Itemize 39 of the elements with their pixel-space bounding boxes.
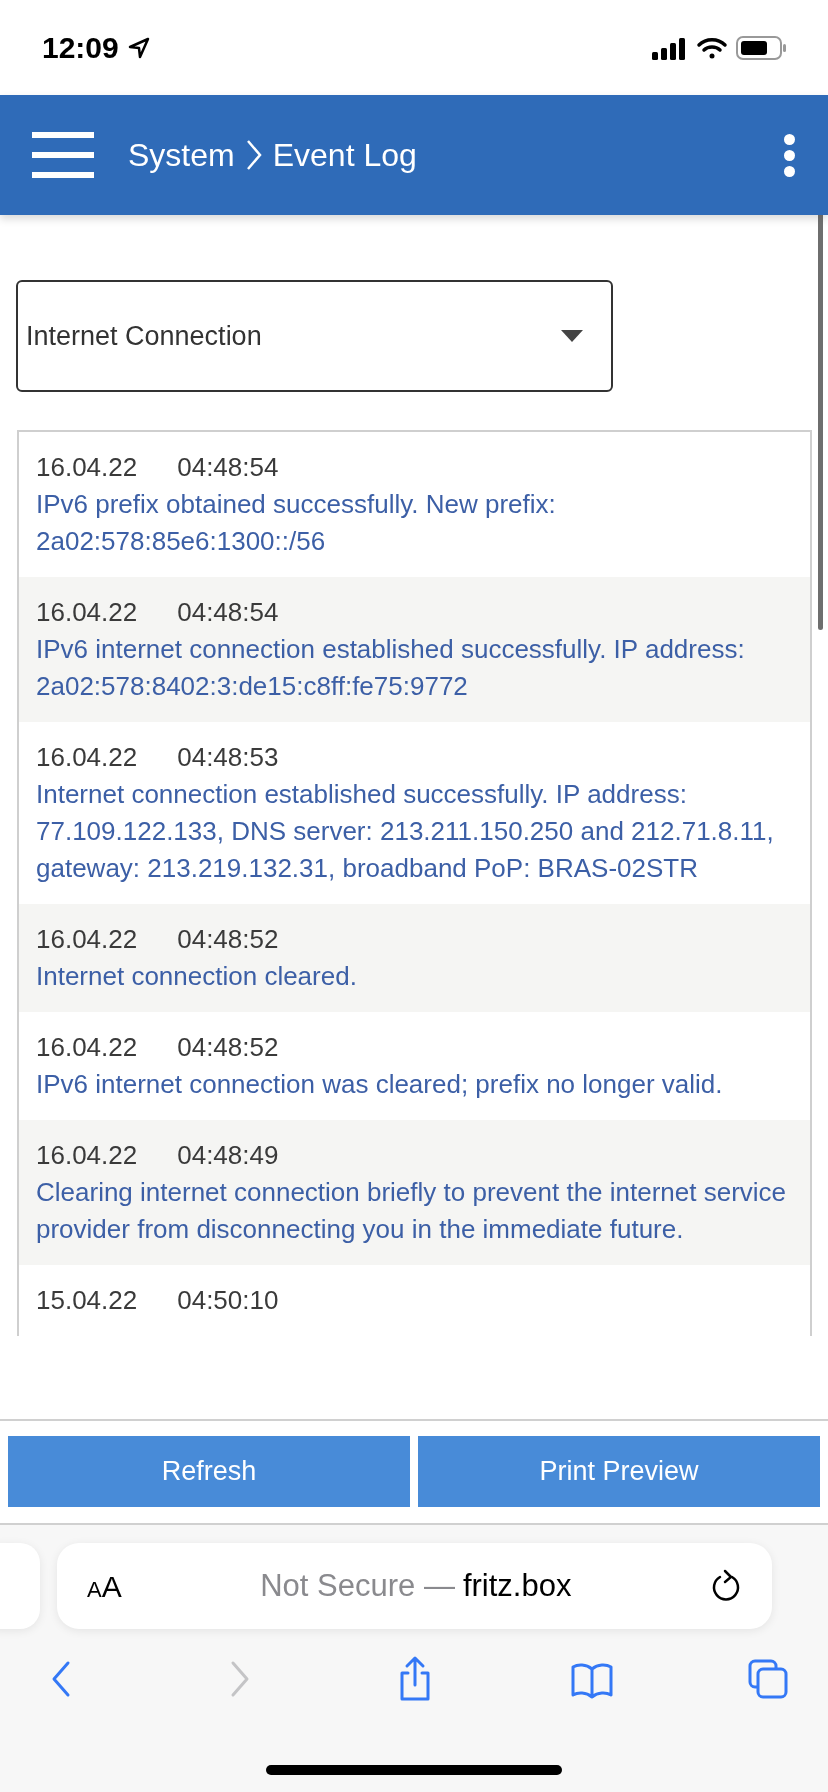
entry-time: 04:48:54 — [177, 451, 279, 484]
entry-time: 04:48:52 — [177, 923, 279, 956]
security-label: Not Secure — — [260, 1566, 455, 1605]
breadcrumb-item: Event Log — [272, 136, 417, 175]
entry-message: Clearing internet connection briefly to prevent the internet service provider from disconnecting you in the immediate future. — [36, 1176, 788, 1246]
filter-dropdown[interactable]: Internet Connection — [16, 280, 613, 392]
clock-time: 12:09 — [42, 30, 119, 66]
entry-date: 15.04.22 — [36, 1284, 138, 1317]
entry-date: 16.04.22 — [36, 451, 138, 484]
entry-date: 16.04.22 — [36, 741, 138, 774]
breadcrumb-item[interactable]: System — [128, 131, 235, 179]
menu-icon[interactable] — [32, 131, 94, 179]
reload-icon[interactable] — [710, 1569, 742, 1603]
entry-time: 04:48:52 — [177, 1031, 279, 1064]
entry-date: 16.04.22 — [36, 1031, 138, 1064]
wifi-icon — [696, 35, 728, 60]
entry-message: IPv6 internet connection established successfully. IP address: 2a02:578:8402:3:de15:c8ff:fe75:9772 — [36, 633, 746, 703]
battery-icon — [736, 34, 786, 61]
dropdown-caret-icon — [561, 330, 583, 342]
location-arrow-icon — [126, 35, 151, 60]
action-button[interactable]: Print Preview — [418, 1436, 820, 1507]
address-bar[interactable]: AA Not Secure — fritz.box — [57, 1543, 772, 1629]
entry-time: 04:50:10 — [177, 1284, 279, 1317]
entry-time: 04:48:54 — [177, 596, 279, 629]
entry-message: IPv6 internet connection was cleared; prefix no longer valid. — [36, 1068, 724, 1101]
entry-message: Internet connection cleared. — [36, 960, 358, 993]
entry-message: IPv6 prefix obtained successfully. New prefix: 2a02:578:85e6:1300::/56 — [36, 488, 557, 558]
signal-icon — [652, 35, 688, 60]
entry-date: 16.04.22 — [36, 596, 138, 629]
site-host: fritz.box — [462, 1566, 572, 1605]
entry-time: 04:48:49 — [177, 1139, 279, 1172]
action-button[interactable]: Refresh — [8, 1436, 410, 1507]
text-size-button[interactable]: AA — [87, 1563, 122, 1609]
more-options-icon[interactable] — [782, 133, 796, 177]
entry-date: 16.04.22 — [36, 1139, 138, 1172]
entry-time: 04:48:53 — [177, 741, 279, 774]
entry-message: Internet connection established successfully. IP address: 77.109.122.133, DNS server: 213.211.150.250 and 212.71.8.11, gateway: 213.219.132.31, broadband PoP: BRAS-02STR — [36, 778, 775, 885]
chevron-right-icon — [244, 138, 263, 172]
entry-date: 16.04.22 — [36, 923, 138, 956]
